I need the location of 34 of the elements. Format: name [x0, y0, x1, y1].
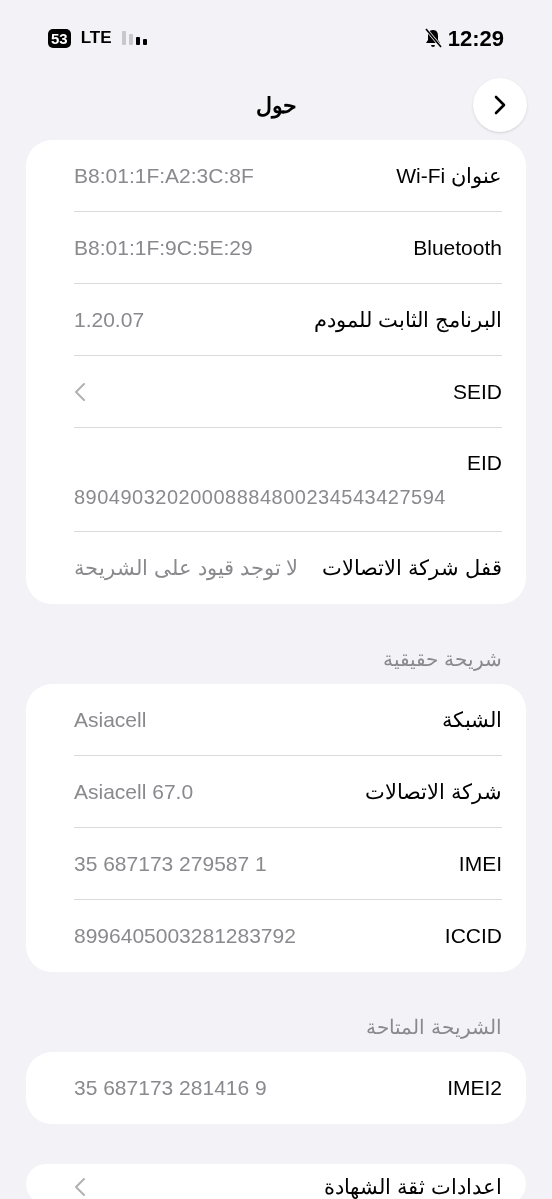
- signal-icon: [121, 31, 148, 45]
- row-label: IMEI2: [447, 1075, 502, 1102]
- row-label: عنوان Wi-Fi: [396, 162, 502, 191]
- row-label: شركة الاتصالات: [365, 778, 502, 807]
- page-title: حول: [255, 91, 297, 121]
- row-label: قفل شركة الاتصالات: [322, 555, 502, 583]
- row-label: ICCID: [444, 923, 502, 950]
- row-label: Bluetooth: [413, 234, 502, 261]
- chevron-left-icon: [74, 1177, 86, 1197]
- row-value: 35 687173 281416 9: [74, 1075, 267, 1102]
- row-value: Asiacell: [74, 706, 147, 733]
- network-type: LTE: [80, 27, 112, 50]
- back-button[interactable]: [473, 78, 527, 132]
- chevron-right-icon: [494, 95, 506, 115]
- chevron-left-icon: [74, 381, 86, 402]
- row-label: البرنامج الثابت للمودم: [314, 306, 502, 335]
- section-header: الشريحة المتاحة: [365, 1015, 503, 1041]
- row-value: B8:01:1F:A2:3C:8F: [74, 162, 254, 189]
- row-label: EID: [466, 449, 502, 476]
- row-label: الشبكة: [442, 706, 502, 733]
- clock-time: 12:29: [447, 24, 504, 53]
- settings-row[interactable]: اعدادات ثقة الشهادة: [74, 1164, 502, 1199]
- row-value: 35 687173 279587 1: [74, 850, 267, 877]
- row-value: لا توجد قيود على الشريحة: [74, 555, 299, 583]
- section-header: شريحة حقيقية: [382, 647, 503, 673]
- row-value: Asiacell 67.0: [74, 778, 194, 805]
- row-value: B8:01:1F:9C:5E:29: [74, 234, 253, 261]
- row-label: IMEI: [458, 850, 502, 877]
- battery-indicator: 53: [48, 28, 71, 48]
- row-value: 8996405003281283792: [74, 923, 296, 950]
- settings-row[interactable]: SEID: [74, 356, 502, 428]
- row-value: 89049032020008884800234543427594: [74, 485, 447, 511]
- row-value: 1.20.07: [74, 306, 145, 333]
- bell-slash-icon: [423, 28, 442, 48]
